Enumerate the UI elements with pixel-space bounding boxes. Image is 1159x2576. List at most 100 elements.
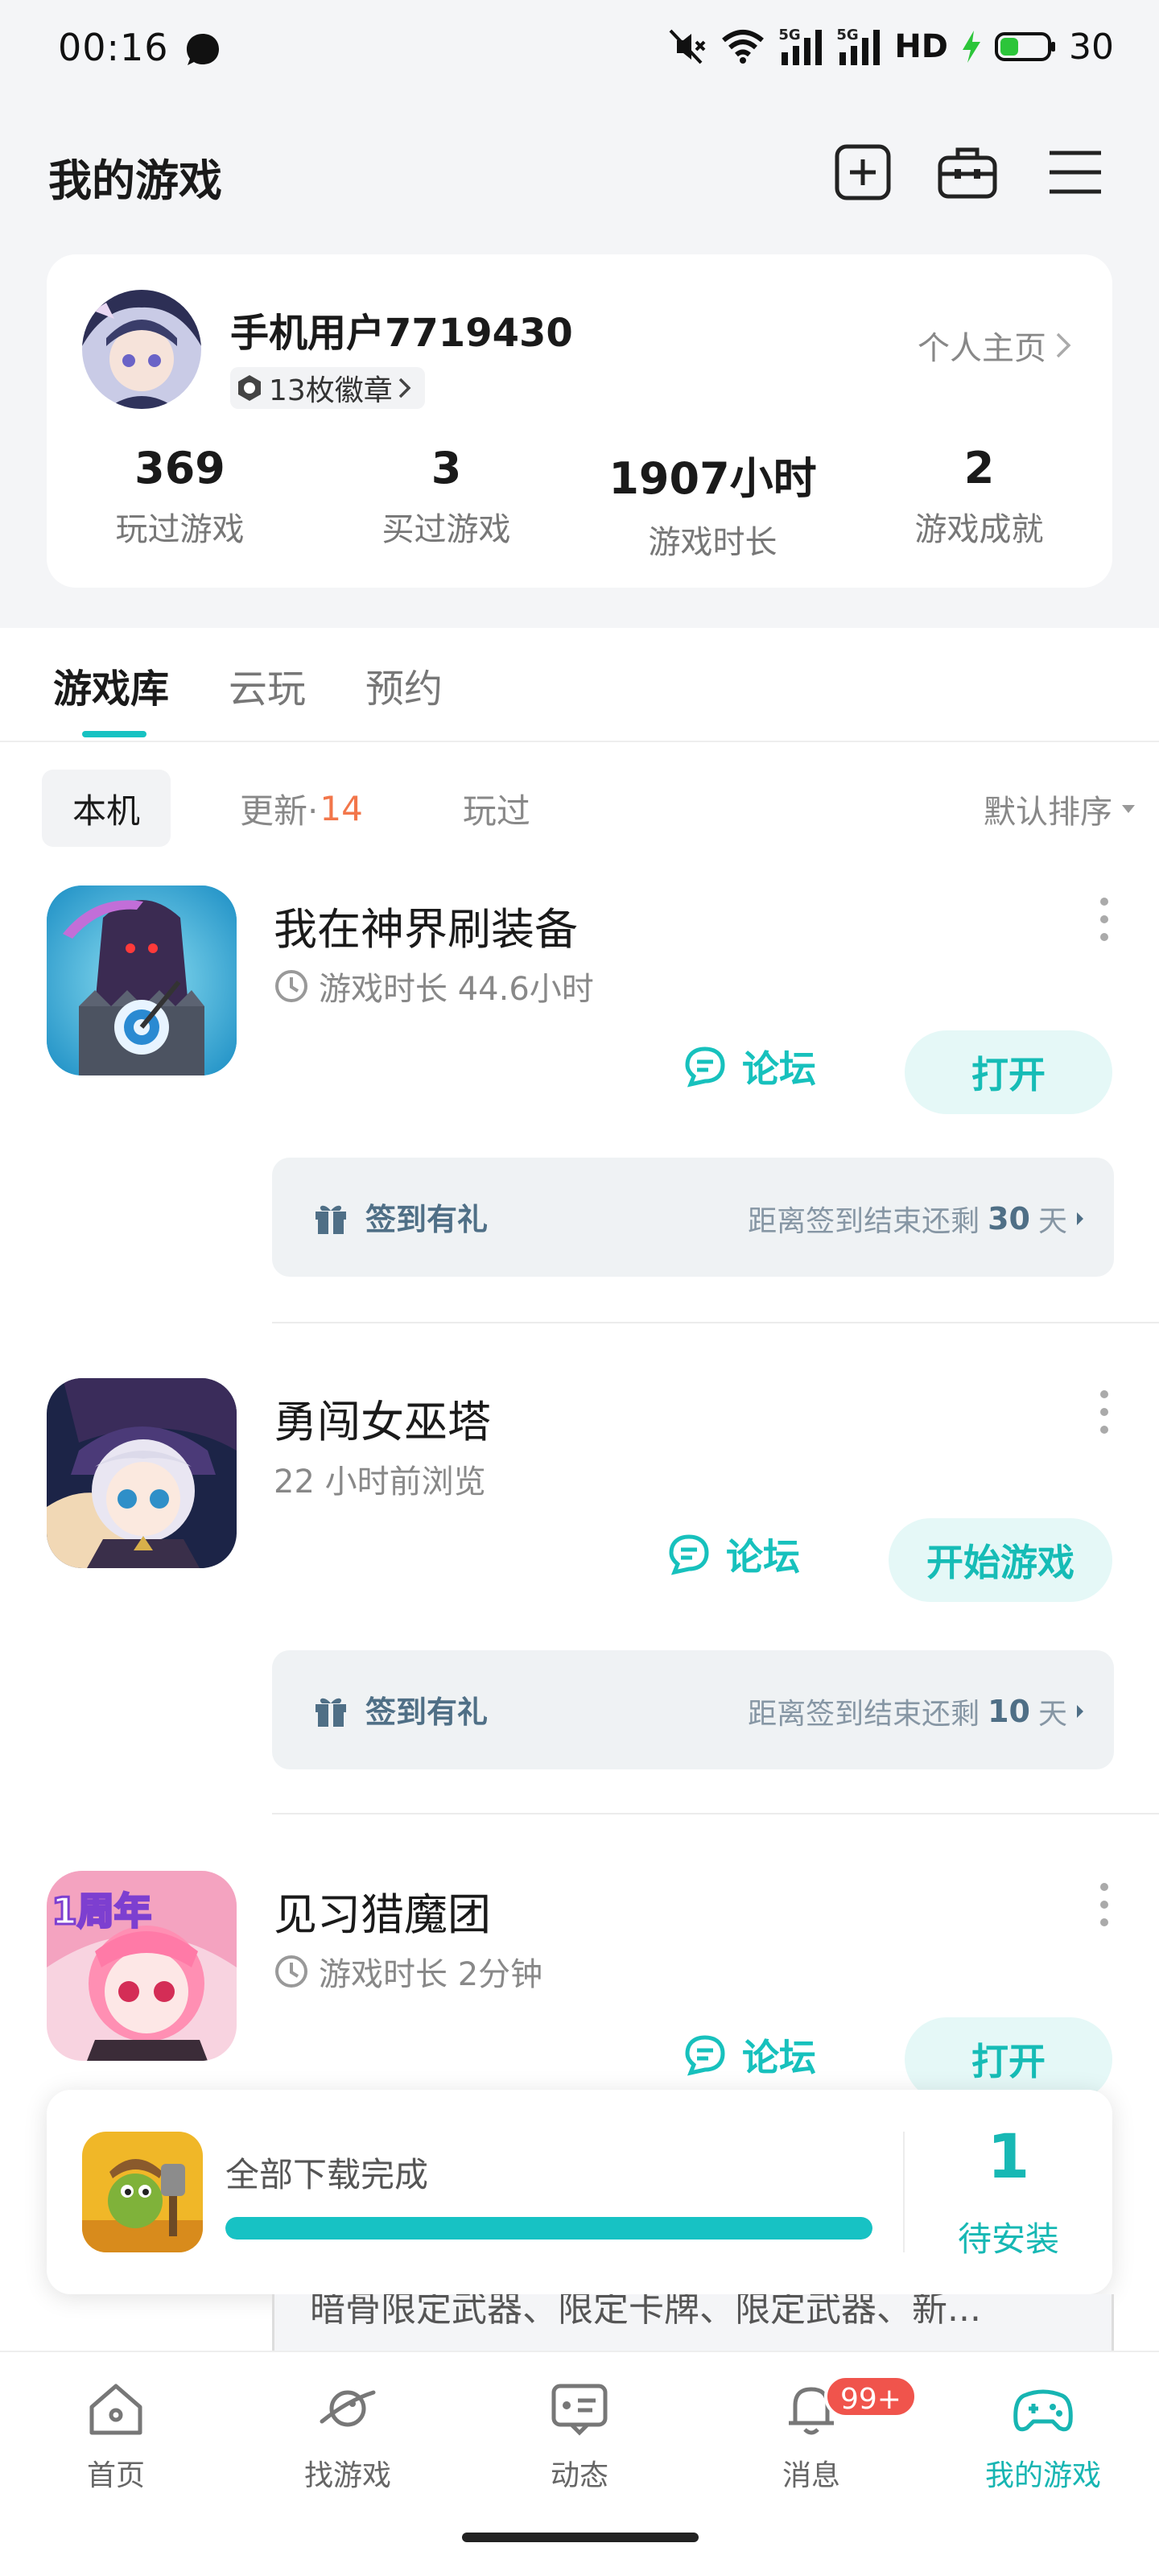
last-viewed-text: 22 小时前浏览 — [274, 1463, 486, 1501]
playtime-text: 游戏时长 44.6小时 — [319, 971, 594, 1008]
badge-count: 13枚徽章 — [269, 374, 393, 407]
open-game-button[interactable]: 打开 — [905, 1030, 1112, 1114]
stat-bought-games[interactable]: 3 买过游戏 — [313, 443, 580, 563]
page-title: 我的游戏 — [48, 155, 222, 206]
filter-chips: 本机 更新· 14 玩过 — [42, 770, 561, 847]
status-icons: 5G 5G HD 30 — [666, 24, 1114, 69]
filter-updates-label: 更新· — [240, 791, 319, 831]
stat-value: 3 — [431, 443, 462, 493]
stat-value: 369 — [134, 443, 225, 493]
medal-icon — [238, 375, 261, 401]
battery-icon — [995, 32, 1055, 61]
forum-label: 论坛 — [742, 2036, 816, 2079]
download-status-card[interactable]: 全部下载完成 1 待安装 — [47, 2090, 1112, 2294]
nav-feed[interactable]: 动态 — [464, 2376, 695, 2494]
more-options-icon[interactable] — [1098, 1388, 1111, 1436]
stat-label: 游戏时长 — [648, 524, 777, 561]
add-icon[interactable] — [832, 142, 893, 203]
open-game-button[interactable]: 打开 — [905, 2017, 1112, 2101]
game-playtime: 游戏时长 2分钟 — [274, 1948, 542, 1995]
filter-played[interactable]: 玩过 — [432, 770, 561, 847]
game-icon[interactable]: 1周年 — [47, 1871, 237, 2061]
partially-hidden-banner: 暗骨限定武器、限定卡牌、限定武器、新... — [272, 2294, 1114, 2351]
game-title[interactable]: 见习猎魔团 — [274, 1879, 491, 1942]
peek-text: 暗骨限定武器、限定卡牌、限定武器、新... — [310, 2294, 981, 2330]
nav-find-games[interactable]: 找游戏 — [232, 2376, 464, 2494]
chevron-right-icon — [398, 378, 411, 398]
avatar[interactable] — [82, 290, 201, 409]
stat-play-time[interactable]: 1907小时 游戏时长 — [580, 443, 846, 563]
playtime-text: 游戏时长 2分钟 — [319, 1956, 543, 1993]
nav-messages[interactable]: 99+ 消息 — [695, 2375, 927, 2494]
username: 手机用户7719430 — [230, 311, 573, 356]
nav-my-games[interactable]: 我的游戏 — [927, 2376, 1159, 2494]
download-progress-fill — [225, 2217, 872, 2240]
profile-stats: 369 玩过游戏 3 买过游戏 1907小时 游戏时长 2 游戏成就 — [47, 443, 1112, 563]
more-options-icon[interactable] — [1098, 895, 1111, 943]
tab-cloud-play[interactable]: 云玩 — [229, 657, 306, 713]
remaining-prefix: 距离签到结束还剩 — [748, 1698, 980, 1731]
menu-icon[interactable] — [1045, 142, 1106, 203]
forum-chat-icon — [669, 1534, 709, 1575]
sort-dropdown[interactable]: 默认排序 — [984, 786, 1136, 832]
pending-install-count[interactable]: 1 — [905, 2120, 1112, 2192]
game-title[interactable]: 我在神界刷装备 — [274, 894, 578, 957]
pending-install-label[interactable]: 待安装 — [905, 2212, 1112, 2261]
remaining-unit: 天 — [1037, 1698, 1067, 1731]
filter-local[interactable]: 本机 — [42, 770, 171, 847]
chevron-right-icon — [1077, 1705, 1083, 1718]
forum-button[interactable]: 论坛 — [666, 1528, 800, 1581]
signal-2: 5G — [836, 27, 881, 67]
tab-game-library[interactable]: 游戏库 — [53, 657, 169, 713]
game-icon[interactable] — [47, 1378, 237, 1568]
nav-home[interactable]: 首页 — [0, 2376, 232, 2494]
forum-button[interactable]: 论坛 — [683, 1040, 816, 1093]
home-indicator — [462, 2533, 699, 2542]
nav-label: 消息 — [782, 2459, 840, 2492]
mute-icon — [669, 29, 706, 64]
remaining-prefix: 距离签到结束还剩 — [748, 1205, 980, 1238]
sign-in-reward-banner[interactable]: 签到有礼 距离签到结束还剩 10 天 — [272, 1650, 1114, 1769]
forum-label: 论坛 — [726, 1535, 800, 1579]
badge-count-button[interactable]: 13枚徽章 — [230, 367, 425, 409]
signal-1: 5G — [778, 27, 823, 67]
home-icon — [89, 2384, 142, 2435]
chevron-right-icon — [1077, 1212, 1083, 1225]
clock-icon — [275, 970, 307, 1002]
unread-badge: 99+ — [824, 2375, 918, 2418]
more-options-icon[interactable] — [1098, 1880, 1111, 1929]
nav-label: 首页 — [86, 2459, 145, 2492]
stat-achievements[interactable]: 2 游戏成就 — [846, 443, 1112, 563]
stat-label: 买过游戏 — [382, 511, 511, 548]
tab-reservations[interactable]: 预约 — [365, 657, 443, 713]
hd-label: HD — [894, 28, 948, 65]
toolbox-icon[interactable] — [937, 142, 998, 203]
planet-icon — [320, 2390, 376, 2427]
status-bar: 00:16 5G 5G HD 30 — [0, 0, 1159, 97]
gamepad-icon — [1013, 2389, 1073, 2432]
start-game-button[interactable]: 开始游戏 — [889, 1518, 1112, 1602]
stat-played-games[interactable]: 369 玩过游戏 — [47, 443, 313, 563]
forum-chat-icon — [685, 2035, 725, 2076]
nav-label: 找游戏 — [303, 2459, 391, 2492]
gift-icon — [316, 1698, 346, 1727]
message-card-icon — [551, 2384, 608, 2436]
stat-label: 玩过游戏 — [115, 511, 245, 548]
game-icon[interactable] — [47, 886, 237, 1075]
sign-in-label-group: 签到有礼 — [312, 1195, 488, 1239]
filter-updates[interactable]: 更新· 14 — [209, 770, 394, 847]
sign-in-label: 签到有礼 — [365, 1695, 489, 1730]
game-title[interactable]: 勇闯女巫塔 — [274, 1386, 491, 1450]
sign-in-reward-banner[interactable]: 签到有礼 距离签到结束还剩 30 天 — [272, 1158, 1114, 1277]
forum-button[interactable]: 论坛 — [683, 2029, 816, 2082]
wifi-icon — [722, 30, 765, 64]
sign-in-remaining: 距离签到结束还剩 30 天 — [748, 1198, 1085, 1240]
personal-homepage-link[interactable]: 个人主页 — [918, 322, 1072, 369]
stat-value: 2 — [963, 443, 995, 493]
notification-icon — [187, 34, 219, 65]
profile-card: 手机用户7719430 13枚徽章 个人主页 369 玩过游戏 3 买过游戏 1… — [47, 254, 1112, 588]
divider — [0, 741, 1159, 742]
sign-in-label: 签到有礼 — [365, 1202, 489, 1237]
bottom-navigation: 首页 找游戏 动态 99+ 消息 我的游戏 — [0, 2351, 1159, 2576]
stat-value: 1907小时 — [608, 453, 817, 504]
